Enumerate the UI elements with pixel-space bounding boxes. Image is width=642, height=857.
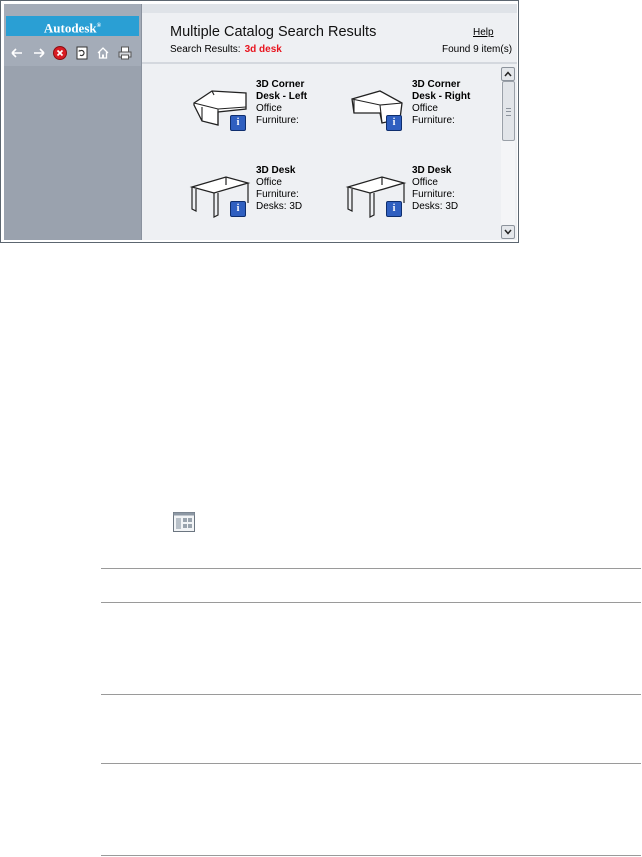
result-name[interactable]: Desk - Right: [412, 91, 500, 103]
desk-thumbnail-icon[interactable]: i: [344, 79, 408, 137]
result-item[interactable]: i 3D Corner Desk - Right Office Furniture:: [344, 79, 499, 149]
scroll-up-button[interactable]: [501, 67, 515, 81]
result-name[interactable]: 3D Desk: [256, 165, 346, 177]
search-results-line: Search Results: 3d desk: [170, 44, 282, 55]
autodesk-logo: Autodesk®: [6, 16, 139, 36]
result-category: Desks: 3D: [412, 201, 459, 212]
table-rule: [101, 694, 641, 695]
result-text: 3D Corner Desk - Right Office Furniture:: [412, 79, 500, 127]
result-category: Desks: 3D: [256, 201, 303, 212]
vertical-scrollbar[interactable]: [501, 67, 515, 239]
result-text: 3D Desk Office Furniture: Desks: 3D: [256, 165, 346, 213]
info-icon[interactable]: i: [386, 201, 402, 217]
table-rule: [101, 855, 641, 856]
results-pane: Multiple Catalog Search Results Help Sea…: [142, 4, 517, 240]
result-item[interactable]: i 3D Corner Desk - Left Office Furniture:: [188, 79, 343, 149]
result-text: 3D Desk Office Furniture: Desks: 3D: [412, 165, 500, 213]
page-title: Multiple Catalog Search Results: [170, 24, 377, 40]
scroll-grip-icon: [506, 108, 511, 116]
table-rule: [101, 763, 641, 764]
forward-arrow-icon[interactable]: [32, 45, 47, 61]
result-category: Furniture:: [412, 115, 455, 126]
table-rule: [101, 568, 641, 569]
result-name[interactable]: Desk - Left: [256, 91, 346, 103]
result-category: Office: [412, 103, 438, 114]
stop-icon[interactable]: [53, 45, 68, 61]
refresh-page-icon[interactable]: [75, 45, 90, 61]
result-category: Furniture:: [256, 189, 299, 200]
catalog-browser-icon: [173, 512, 195, 532]
result-name[interactable]: 3D Corner: [412, 79, 500, 91]
info-icon[interactable]: i: [230, 201, 246, 217]
home-icon[interactable]: [96, 45, 111, 61]
found-count: Found 9 item(s): [442, 44, 513, 55]
search-term: 3d desk: [244, 44, 282, 55]
result-name[interactable]: 3D Desk: [412, 165, 500, 177]
results-grid: i 3D Corner Desk - Left Office Furniture: i 3D…: [142, 64, 500, 240]
result-category: Furniture:: [256, 115, 299, 126]
desk-thumbnail-icon[interactable]: i: [188, 79, 252, 137]
sidebar: Autodesk®: [4, 4, 142, 240]
scroll-thumb[interactable]: [502, 81, 515, 141]
brand-label: Autodesk: [43, 20, 97, 36]
table-rule: [101, 602, 641, 603]
top-strip: [142, 4, 517, 13]
result-name[interactable]: 3D Corner: [256, 79, 346, 91]
result-item[interactable]: i 3D Desk Office Furniture: Desks: 3D: [188, 165, 343, 235]
print-icon[interactable]: [118, 45, 133, 61]
info-icon[interactable]: i: [386, 115, 402, 131]
help-link[interactable]: Help: [473, 27, 494, 38]
result-text: 3D Corner Desk - Left Office Furniture:: [256, 79, 346, 127]
result-category: Office: [256, 177, 282, 188]
desk-thumbnail-icon[interactable]: i: [188, 165, 252, 223]
scroll-down-button[interactable]: [501, 225, 515, 239]
back-arrow-icon[interactable]: [10, 45, 25, 61]
search-results-label: Search Results:: [170, 44, 241, 55]
sidebar-panel: [4, 66, 141, 240]
catalog-browser-window: Autodesk® Multiple Catalog Search Result…: [0, 0, 519, 243]
info-icon[interactable]: i: [230, 115, 246, 131]
result-category: Office: [256, 103, 282, 114]
result-item[interactable]: i 3D Desk Office Furniture: Desks: 3D: [344, 165, 499, 235]
result-category: Office: [412, 177, 438, 188]
desk-thumbnail-icon[interactable]: i: [344, 165, 408, 223]
result-category: Furniture:: [412, 189, 455, 200]
navigation-toolbar: [6, 40, 139, 66]
